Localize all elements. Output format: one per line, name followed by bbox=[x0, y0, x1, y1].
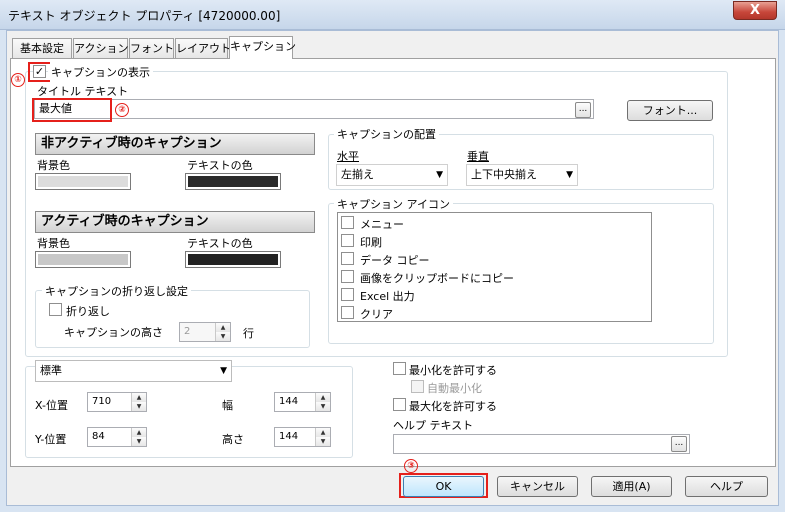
x-position-down-arrow[interactable]: ▼ bbox=[131, 402, 146, 411]
active-text-color-swatch[interactable] bbox=[185, 251, 281, 268]
width-value: 144 bbox=[279, 396, 299, 407]
annotation-1: ① bbox=[11, 73, 25, 87]
wrap-label: 折り返し bbox=[66, 305, 110, 318]
inactive-text-color-fill bbox=[188, 176, 278, 187]
window-title: テキスト オブジェクト プロパティ [4720000.00] bbox=[8, 9, 281, 23]
highlight-title-text bbox=[32, 98, 112, 122]
active-bg-color-fill bbox=[38, 254, 128, 265]
ok-button[interactable]: OK bbox=[403, 476, 484, 497]
position-style-select[interactable]: 標準 ▼ bbox=[35, 360, 232, 382]
height-spinner[interactable]: 144 ▲ ▼ bbox=[274, 427, 331, 447]
show-caption-label: キャプションの表示 bbox=[48, 64, 153, 80]
active-text-color-fill bbox=[188, 254, 278, 265]
vertical-align-select[interactable]: 上下中央揃え ▼ bbox=[466, 164, 578, 186]
x-position-value: 710 bbox=[92, 396, 112, 407]
y-position-down-arrow[interactable]: ▼ bbox=[131, 437, 146, 446]
tab-basic-settings[interactable]: 基本設定 bbox=[12, 38, 72, 58]
allow-minimize-checkbox[interactable] bbox=[393, 362, 406, 375]
tab-font[interactable]: フォント bbox=[129, 38, 174, 58]
annotation-2: ② bbox=[115, 103, 129, 117]
auto-minimize-label: 自動最小化 bbox=[427, 382, 482, 395]
active-text-color-label: テキストの色 bbox=[187, 237, 253, 250]
y-position-spinner[interactable]: 84 ▲ ▼ bbox=[87, 427, 147, 447]
active-bg-color-swatch[interactable] bbox=[35, 251, 131, 268]
vertical-align-chevron-down-icon: ▼ bbox=[566, 170, 573, 180]
inactive-caption-heading: 非アクティブ時のキャプション bbox=[35, 133, 315, 155]
caption-icon-copy-image-checkbox[interactable] bbox=[341, 270, 354, 283]
allow-maximize-label: 最大化を許可する bbox=[409, 400, 497, 413]
caption-height-spinner[interactable]: 2 ▲ ▼ bbox=[179, 322, 231, 342]
caption-icon-data-copy-checkbox[interactable] bbox=[341, 252, 354, 265]
help-text-browse-button[interactable]: ... bbox=[671, 436, 687, 452]
tab-caption[interactable]: キャプション bbox=[229, 36, 296, 59]
caption-icon-excel-export-label: Excel 出力 bbox=[360, 290, 415, 303]
height-label: 高さ bbox=[222, 433, 244, 446]
caption-icon-menu-label: メニュー bbox=[360, 218, 404, 231]
active-caption-heading: アクティブ時のキャプション bbox=[35, 211, 315, 233]
caption-icon-clear-checkbox[interactable] bbox=[341, 306, 354, 319]
caption-height-label: キャプションの高さ bbox=[64, 326, 163, 339]
height-down-arrow[interactable]: ▼ bbox=[315, 437, 330, 446]
font-button[interactable]: フォント... bbox=[627, 100, 713, 121]
help-text-label: ヘルプ テキスト bbox=[393, 419, 474, 432]
allow-minimize-label: 最小化を許可する bbox=[409, 364, 497, 377]
caption-icon-menu-checkbox[interactable] bbox=[341, 216, 354, 229]
active-bg-color-label: 背景色 bbox=[37, 237, 70, 250]
inactive-bg-color-label: 背景色 bbox=[37, 159, 70, 172]
caption-height-value: 2 bbox=[184, 326, 191, 337]
wrap-checkbox[interactable] bbox=[49, 303, 62, 316]
caption-icons-legend: キャプション アイコン bbox=[334, 196, 453, 212]
close-button[interactable]: X bbox=[733, 1, 777, 20]
vertical-align-value: 上下中央揃え bbox=[471, 168, 537, 181]
title-text-browse-button[interactable]: ... bbox=[575, 102, 591, 118]
caption-icon-copy-image-label: 画像をクリップボードにコピー bbox=[360, 272, 514, 285]
show-caption-checkbox[interactable]: ✓ bbox=[33, 65, 46, 78]
horizontal-align-value: 左揃え bbox=[341, 168, 374, 181]
position-style-value: 標準 bbox=[40, 364, 62, 377]
height-value: 144 bbox=[279, 431, 299, 442]
auto-minimize-checkbox[interactable] bbox=[411, 380, 424, 393]
inactive-text-color-label: テキストの色 bbox=[187, 159, 253, 172]
width-spinner[interactable]: 144 ▲ ▼ bbox=[274, 392, 331, 412]
inactive-bg-color-fill bbox=[38, 176, 128, 187]
cancel-button[interactable]: キャンセル bbox=[497, 476, 578, 497]
horizontal-align-chevron-down-icon: ▼ bbox=[436, 170, 443, 180]
allow-maximize-checkbox[interactable] bbox=[393, 398, 406, 411]
caption-icon-data-copy-label: データ コピー bbox=[360, 254, 430, 267]
width-down-arrow[interactable]: ▼ bbox=[315, 402, 330, 411]
horizontal-align-label: 水平 bbox=[337, 150, 359, 163]
title-text-label: タイトル テキスト bbox=[37, 85, 129, 98]
y-position-label: Y-位置 bbox=[35, 433, 67, 446]
horizontal-align-select[interactable]: 左揃え ▼ bbox=[336, 164, 448, 186]
help-text-input[interactable] bbox=[393, 434, 690, 454]
caption-icon-excel-export-checkbox[interactable] bbox=[341, 288, 354, 301]
caption-height-down-arrow[interactable]: ▼ bbox=[215, 332, 230, 341]
caption-icon-print-checkbox[interactable] bbox=[341, 234, 354, 247]
x-position-label: X-位置 bbox=[35, 399, 68, 412]
vertical-align-label: 垂直 bbox=[467, 150, 489, 163]
tab-action[interactable]: アクション bbox=[73, 38, 128, 58]
caption-wrap-legend: キャプションの折り返し設定 bbox=[42, 283, 191, 299]
position-style-chevron-down-icon: ▼ bbox=[220, 366, 227, 376]
caption-icon-clear-label: クリア bbox=[360, 308, 393, 321]
tab-layout[interactable]: レイアウト bbox=[175, 38, 231, 58]
width-label: 幅 bbox=[222, 399, 233, 412]
annotation-3: ③ bbox=[404, 459, 418, 473]
y-position-value: 84 bbox=[92, 431, 105, 442]
caption-placement-legend: キャプションの配置 bbox=[334, 126, 439, 142]
caption-height-unit: 行 bbox=[243, 327, 254, 340]
caption-icon-print-label: 印刷 bbox=[360, 236, 382, 249]
x-position-spinner[interactable]: 710 ▲ ▼ bbox=[87, 392, 147, 412]
help-button[interactable]: ヘルプ bbox=[685, 476, 768, 497]
inactive-bg-color-swatch[interactable] bbox=[35, 173, 131, 190]
apply-button[interactable]: 適用(A) bbox=[591, 476, 672, 497]
inactive-text-color-swatch[interactable] bbox=[185, 173, 281, 190]
